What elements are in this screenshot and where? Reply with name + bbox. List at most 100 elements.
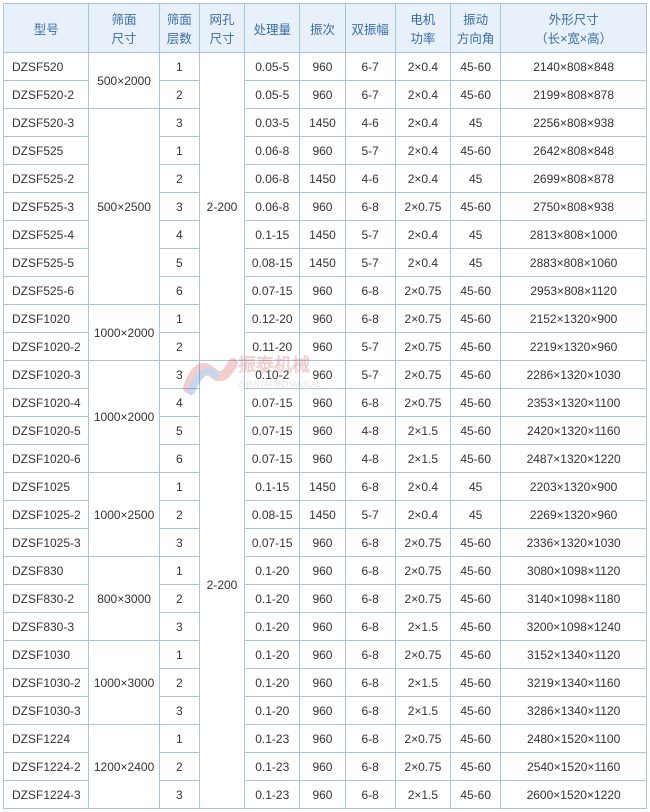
cell-power: 2×0.75: [395, 361, 450, 389]
cell-screen-size: 1000×3000: [89, 641, 159, 725]
cell-dim: 2883×808×1060: [501, 249, 647, 277]
cell-power: 2×0.4: [395, 165, 450, 193]
cell-amp: 6-8: [345, 585, 395, 613]
cell-angle: 45-60: [451, 445, 501, 473]
cell-angle: 45-60: [451, 529, 501, 557]
cell-model: DZSF1020-2: [4, 333, 89, 361]
cell-angle: 45-60: [451, 557, 501, 585]
cell-angle: 45: [451, 249, 501, 277]
header-row: 型号 筛面尺寸 筛面层数 网孔尺寸 处理量 振次 双振幅 电机功率 振动方向角 …: [4, 4, 647, 53]
cell-dim: 2699×808×878: [501, 165, 647, 193]
table-row: DZSF520-3 500×2500 3 0.03-5 1450 4-6 2×0…: [4, 109, 647, 137]
cell-dim: 2353×1320×1100: [501, 389, 647, 417]
cell-freq: 960: [300, 529, 345, 557]
cell-layers: 2: [159, 585, 199, 613]
cell-layers: 2: [159, 501, 199, 529]
cell-mesh: 2-200: [199, 53, 244, 361]
cell-capacity: 0.1-20: [245, 641, 300, 669]
cell-capacity: 0.07-15: [245, 417, 300, 445]
cell-layers: 6: [159, 277, 199, 305]
cell-capacity: 0.06-8: [245, 193, 300, 221]
cell-freq: 960: [300, 697, 345, 725]
table-row: DZSF1020 1000×2000 1 0.12-20 960 6-8 2×0…: [4, 305, 647, 333]
table-row: DZSF1224 1200×2400 1 0.1-23 960 6-8 2×0.…: [4, 725, 647, 753]
cell-capacity: 0.07-15: [245, 529, 300, 557]
cell-power: 2×1.5: [395, 445, 450, 473]
col-layers: 筛面层数: [159, 4, 199, 53]
cell-angle: 45-60: [451, 417, 501, 445]
cell-power: 2×1.5: [395, 781, 450, 809]
cell-amp: 6-8: [345, 529, 395, 557]
cell-power: 2×0.4: [395, 249, 450, 277]
cell-capacity: 0.1-20: [245, 585, 300, 613]
cell-angle: 45: [451, 165, 501, 193]
cell-power: 2×1.5: [395, 697, 450, 725]
cell-layers: 3: [159, 781, 199, 809]
cell-model: DZSF1030-3: [4, 697, 89, 725]
cell-layers: 1: [159, 53, 199, 81]
cell-model: DZSF525-2: [4, 165, 89, 193]
cell-layers: 5: [159, 417, 199, 445]
cell-amp: 4-8: [345, 417, 395, 445]
cell-amp: 6-8: [345, 669, 395, 697]
cell-dim: 2219×1320×960: [501, 333, 647, 361]
cell-freq: 960: [300, 669, 345, 697]
cell-model: DZSF520-3: [4, 109, 89, 137]
col-vib-freq: 振次: [300, 4, 345, 53]
table-row: DZSF1025 1000×2500 1 0.1-15 1450 6-8 2×0…: [4, 473, 647, 501]
cell-dim: 2140×808×848: [501, 53, 647, 81]
cell-capacity: 0.08-15: [245, 501, 300, 529]
cell-freq: 1450: [300, 473, 345, 501]
cell-capacity: 0.05-5: [245, 81, 300, 109]
cell-layers: 5: [159, 249, 199, 277]
cell-layers: 2: [159, 753, 199, 781]
cell-angle: 45-60: [451, 277, 501, 305]
cell-model: DZSF1025: [4, 473, 89, 501]
cell-screen-size: 1000×2000: [89, 305, 159, 361]
cell-power: 2×0.75: [395, 725, 450, 753]
cell-power: 2×0.4: [395, 53, 450, 81]
col-mesh-size: 网孔尺寸: [199, 4, 244, 53]
cell-freq: 960: [300, 53, 345, 81]
col-vib-angle: 振动方向角: [451, 4, 501, 53]
cell-dim: 2199×808×878: [501, 81, 647, 109]
col-overall: 外形尺寸（长×宽×高）: [501, 4, 647, 53]
cell-power: 2×0.75: [395, 333, 450, 361]
cell-power: 2×1.5: [395, 669, 450, 697]
cell-dim: 2336×1320×1030: [501, 529, 647, 557]
spec-table: 型号 筛面尺寸 筛面层数 网孔尺寸 处理量 振次 双振幅 电机功率 振动方向角 …: [3, 3, 647, 809]
cell-angle: 45: [451, 221, 501, 249]
cell-freq: 960: [300, 557, 345, 585]
cell-model: DZSF1025-3: [4, 529, 89, 557]
cell-dim: 3152×1340×1120: [501, 641, 647, 669]
cell-dim: 2286×1320×1030: [501, 361, 647, 389]
cell-power: 2×0.75: [395, 557, 450, 585]
cell-screen-size: 1200×2400: [89, 725, 159, 809]
col-screen-size: 筛面尺寸: [89, 4, 159, 53]
cell-layers: 3: [159, 193, 199, 221]
cell-power: 2×0.75: [395, 585, 450, 613]
cell-power: 2×0.75: [395, 305, 450, 333]
cell-angle: 45-60: [451, 81, 501, 109]
cell-power: 2×0.4: [395, 81, 450, 109]
cell-power: 2×0.75: [395, 753, 450, 781]
cell-layers: 3: [159, 361, 199, 389]
table-row: DZSF520 500×2000 1 2-200 0.05-5 960 6-7 …: [4, 53, 647, 81]
cell-angle: 45-60: [451, 669, 501, 697]
cell-amp: 6-8: [345, 781, 395, 809]
cell-dim: 2420×1320×1160: [501, 417, 647, 445]
cell-layers: 4: [159, 389, 199, 417]
cell-capacity: 0.1-23: [245, 753, 300, 781]
cell-dim: 2269×1320×960: [501, 501, 647, 529]
cell-power: 2×0.75: [395, 641, 450, 669]
cell-dim: 2256×808×938: [501, 109, 647, 137]
cell-model: DZSF1224: [4, 725, 89, 753]
cell-freq: 960: [300, 781, 345, 809]
cell-capacity: 0.1-20: [245, 697, 300, 725]
cell-dim: 2480×1520×1100: [501, 725, 647, 753]
cell-mesh: 2-200: [199, 361, 244, 809]
cell-power: 2×0.75: [395, 277, 450, 305]
col-double-amp: 双振幅: [345, 4, 395, 53]
cell-amp: 6-8: [345, 305, 395, 333]
cell-dim: 3080×1098×1120: [501, 557, 647, 585]
